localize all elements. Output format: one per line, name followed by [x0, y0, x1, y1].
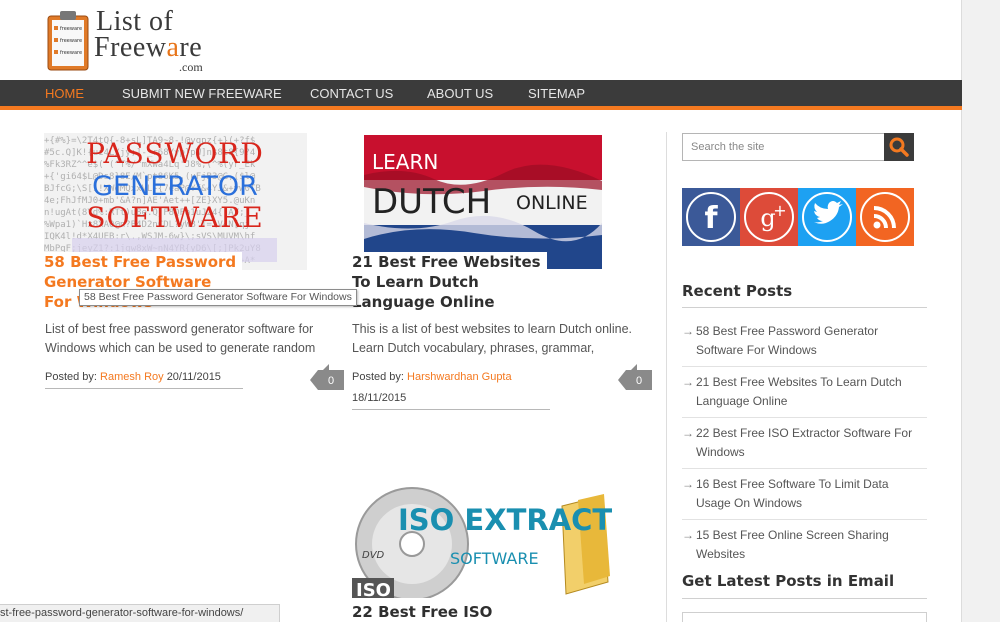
recent-post-item[interactable]: → 22 Best Free ISO Extractor Software For…	[682, 424, 927, 469]
facebook-icon[interactable]: f	[682, 188, 740, 246]
logo-line3: .com	[179, 60, 203, 74]
post-image-text: GENERATOR	[92, 171, 258, 202]
excerpt-line: This is a list of best websites to learn…	[352, 322, 632, 336]
excerpt-line: Windows which can be used to generate ra…	[45, 341, 316, 355]
post-date: 18/11/2015	[352, 392, 407, 404]
post-title-learn-dutch[interactable]: 21 Best Free Websites To Learn Dutch Lan…	[352, 252, 547, 312]
post-thumbnail-password-generator[interactable]: +{#%}=\2T4tQ{-8+sL]TA9~8-!@yqpz{+}(+?f$ …	[44, 133, 307, 270]
nav-submit-new-freeware[interactable]: SUBMIT NEW FREEWARE	[122, 80, 282, 106]
recent-post-item[interactable]: → 15 Best Free Online Screen Sharing Websi…	[682, 526, 927, 570]
page: freeware freeware freeware List of Freew…	[0, 0, 962, 622]
title-line[interactable]: 22 Best Free ISO	[352, 602, 492, 622]
clip-item: freeware	[60, 26, 82, 32]
post-image-text: DUTCH	[372, 182, 491, 222]
post-image-text: ISO EXTRACT	[398, 503, 612, 537]
post-image-text: DVD	[362, 550, 385, 561]
widget-divider	[682, 307, 927, 308]
email-field[interactable]	[682, 612, 927, 622]
sidebar-divider	[666, 132, 667, 622]
main-nav: HOME SUBMIT NEW FREEWARE CONTACT US ABOU…	[0, 80, 962, 110]
recent-post-item[interactable]: → 58 Best Free Password Generator Software…	[682, 322, 927, 367]
nav-about-us[interactable]: ABOUT US	[427, 80, 493, 106]
title-line[interactable]: 21 Best Free Websites	[352, 252, 541, 272]
post-meta: Posted by: Ramesh Roy 20/11/2015	[45, 367, 243, 389]
site-logo[interactable]: freeware freeware freeware List of Freew…	[44, 6, 244, 74]
search-icon	[889, 137, 909, 157]
page-gutter	[962, 0, 1000, 622]
recent-post-item[interactable]: → 21 Best Free Websites To Learn Dutch Lan…	[682, 373, 927, 418]
comment-count-badge[interactable]: 0	[310, 364, 344, 390]
nav-sitemap[interactable]: SITEMAP	[528, 80, 585, 106]
email-subscribe-title: Get Latest Posts in Email	[682, 572, 895, 590]
nav-home[interactable]: HOME	[45, 80, 84, 106]
clip-item: freeware	[60, 38, 82, 44]
post-title-iso-extractor[interactable]: 22 Best Free ISO	[352, 602, 499, 622]
svg-text:+: +	[773, 201, 786, 220]
post-image-text: SOFTWARE	[86, 201, 263, 234]
excerpt-line: Learn Dutch vocabulary, phrases, grammar…	[352, 341, 595, 355]
twitter-icon[interactable]	[798, 188, 856, 246]
post-date: 20/11/2015	[166, 371, 221, 383]
title-line[interactable]: To Learn Dutch	[352, 272, 541, 292]
title-line[interactable]: 58 Best Free Password	[44, 252, 236, 272]
widget-divider	[682, 598, 927, 599]
post-thumbnail-iso-extract[interactable]: ISO EXTRACT SOFTWARE DVD ISO	[352, 486, 614, 598]
recent-post-item[interactable]: → 16 Best Free Software To Limit Data Usag…	[682, 475, 927, 520]
author-link[interactable]: Ramesh Roy	[100, 371, 164, 383]
browser-status-bar: st-free-password-generator-software-for-…	[0, 604, 280, 622]
post-image-text: SOFTWARE	[450, 549, 539, 568]
title-line[interactable]: Language Online	[352, 292, 541, 312]
clipboard-icon: freeware freeware freeware	[47, 11, 89, 71]
clip-item: freeware	[60, 50, 82, 56]
rss-icon[interactable]	[856, 188, 914, 246]
svg-text:f: f	[704, 201, 718, 236]
author-link[interactable]: Harshwardhan Gupta	[407, 371, 512, 383]
post-image-text: ONLINE	[516, 192, 588, 214]
post-image-text: ISO	[356, 580, 391, 598]
link-tooltip: 58 Best Free Password Generator Software…	[79, 289, 357, 306]
search-button[interactable]	[884, 133, 914, 161]
search-input[interactable]	[682, 133, 886, 161]
nav-contact-us[interactable]: CONTACT US	[310, 80, 393, 106]
post-excerpt-password-generator: List of best free password generator sof…	[45, 320, 315, 358]
google-plus-icon[interactable]: g +	[740, 188, 798, 246]
post-image-text: LEARN	[372, 150, 438, 174]
excerpt-line: List of best free password generator sof…	[45, 322, 314, 336]
posted-by-label: Posted by:	[45, 371, 97, 383]
post-image-text: PASSWORD	[86, 137, 264, 170]
comment-count-badge[interactable]: 0	[618, 364, 652, 390]
recent-posts-list: → 58 Best Free Password Generator Software…	[682, 322, 927, 576]
posted-by-label: Posted by:	[352, 371, 404, 383]
post-excerpt-learn-dutch: This is a list of best websites to learn…	[352, 320, 632, 358]
post-meta: Posted by: Harshwardhan Gupta 18/11/2015	[352, 367, 550, 410]
recent-posts-title: Recent Posts	[682, 282, 793, 300]
post-thumbnail-learn-dutch[interactable]: LEARN DUTCH ONLINE	[364, 135, 602, 269]
